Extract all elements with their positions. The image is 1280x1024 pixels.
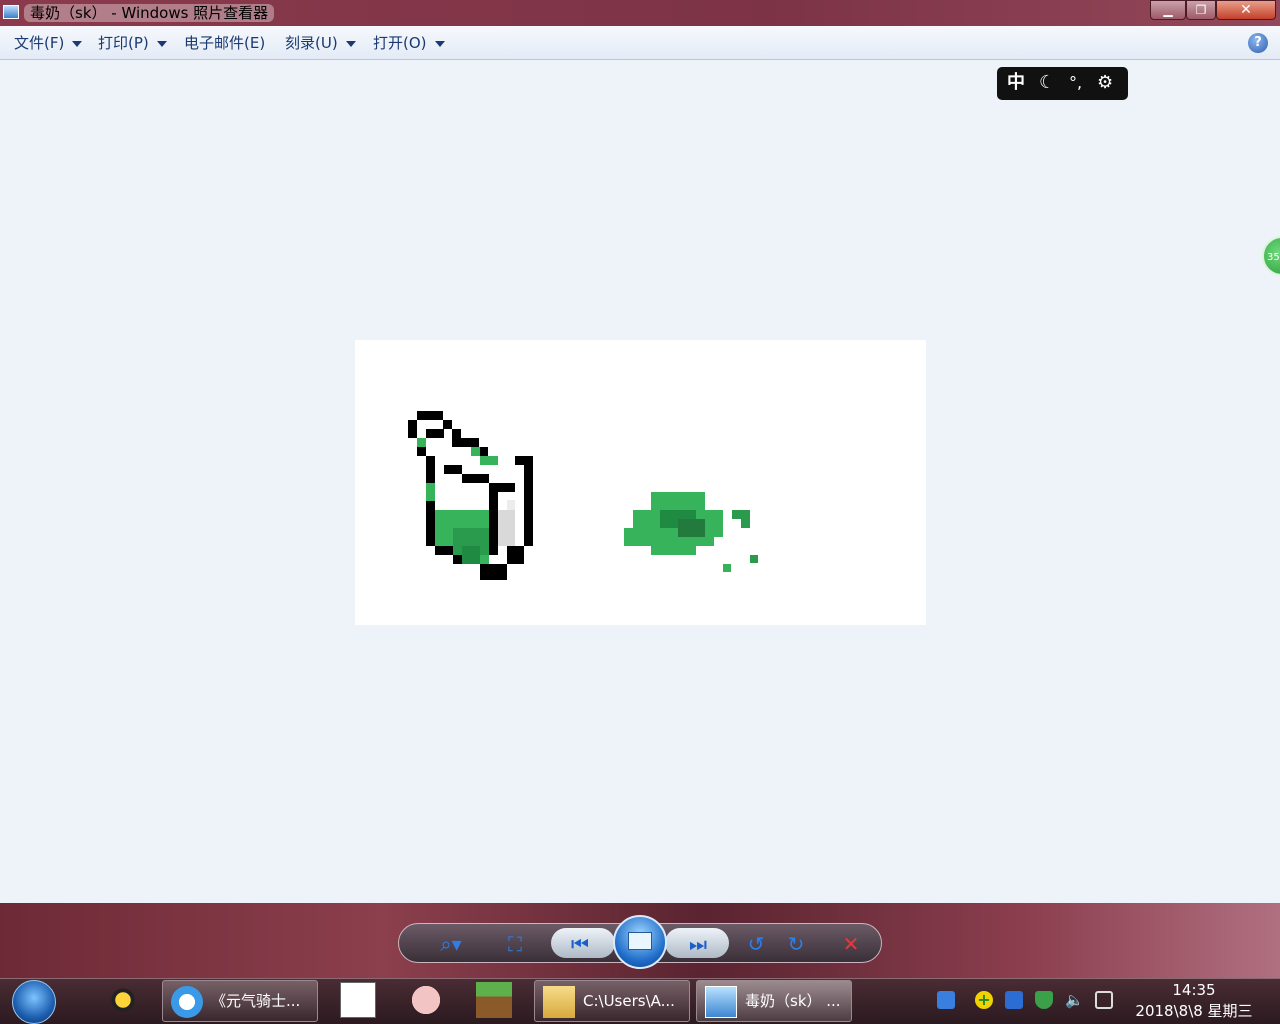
menu-email[interactable]: 电子邮件(E) (184, 26, 265, 60)
bottle-outline (435, 546, 453, 555)
previous-icon[interactable]: ⏮ (566, 931, 594, 957)
minecraft-icon[interactable] (476, 982, 512, 1018)
menu-burn[interactable]: 刻录(U) (285, 26, 356, 60)
clock[interactable]: 14:35 2018\8\8 星期三 (1130, 980, 1258, 1022)
bottle-outline (443, 420, 452, 429)
taskbar-item-photo-viewer[interactable]: 毒奶（sk） ... (696, 980, 852, 1022)
folder-icon (543, 986, 575, 1018)
menu-print-label: 打印(P) (98, 34, 149, 52)
rotate-right-icon[interactable]: ↻ (782, 931, 810, 957)
bottle-outline (426, 429, 444, 438)
rotate-left-icon[interactable]: ↺ (742, 931, 770, 957)
delete-icon[interactable]: ✕ (837, 931, 865, 957)
bottle-outline (462, 474, 489, 483)
close-button[interactable]: ✕ (1216, 0, 1276, 20)
poison-puddle (624, 528, 642, 546)
drip (732, 510, 750, 519)
shield-icon[interactable] (1035, 991, 1053, 1009)
display-icon[interactable] (1005, 991, 1023, 1009)
menu-open-label: 打开(O) (373, 34, 427, 52)
moon-icon[interactable]: ☾ (1039, 73, 1055, 93)
taskbar-item-folder[interactable]: C:\Users\A... (534, 980, 690, 1022)
chevron-down-icon (434, 40, 445, 47)
window-title: 毒奶（sk） - Windows 照片查看器 (24, 4, 275, 22)
displayed-photo (355, 340, 926, 625)
bottle-right-wall (524, 456, 533, 546)
fit-window-icon[interactable]: ⛶ (501, 931, 529, 957)
slideshow-icon (628, 932, 652, 950)
browser-icon (171, 986, 203, 1018)
add-icon[interactable]: + (975, 991, 993, 1009)
bottle-outline (452, 429, 461, 447)
poison-puddle (651, 546, 696, 555)
menu-open[interactable]: 打开(O) (373, 26, 445, 60)
minimize-button[interactable]: ▁ (1150, 0, 1186, 20)
next-icon[interactable]: ⏭ (684, 931, 712, 957)
zoom-icon[interactable]: ⌕▾ (432, 931, 470, 957)
menu-bar: 文件(F) 打印(P) 电子邮件(E) 刻录(U) 打开(O) (0, 26, 1280, 60)
network-icon[interactable] (1095, 991, 1113, 1009)
bottle-inner-edge (489, 483, 498, 555)
calendar-icon[interactable] (340, 982, 376, 1018)
drip (480, 456, 498, 465)
taskbar-item-label: C:\Users\A... (583, 992, 675, 1010)
bottle-shade (498, 510, 515, 546)
photo-viewer-icon (3, 5, 19, 19)
chevron-down-icon (156, 40, 167, 47)
drip (741, 519, 750, 528)
menu-email-label: 电子邮件(E) (184, 34, 266, 52)
bottle-outline (461, 438, 479, 447)
float-ball-value: 35 (1267, 252, 1280, 263)
poison-liquid (480, 555, 489, 564)
bottle-outline (479, 447, 488, 456)
poison-puddle (678, 519, 705, 537)
start-button[interactable] (12, 980, 56, 1024)
poison-puddle (642, 537, 714, 546)
taskbar-item-label: 《元气骑士... (211, 992, 301, 1010)
clock-time: 14:35 (1172, 981, 1216, 999)
menu-file-label: 文件(F) (14, 34, 65, 52)
poison-puddle (651, 492, 705, 510)
qq-icon[interactable] (105, 982, 141, 1018)
punctuation-icon[interactable]: °, (1069, 73, 1082, 93)
taskbar-item-browser[interactable]: 《元气骑士... (162, 980, 318, 1022)
bottle-shade (507, 500, 515, 510)
ime-mode[interactable]: 中 (1007, 73, 1025, 93)
bottle-bottom (480, 564, 507, 580)
slideshow-button[interactable] (613, 915, 667, 969)
bottle-outline (507, 546, 524, 564)
taskbar-item-label: 毒奶（sk） ... (745, 992, 841, 1010)
help-icon[interactable]: ? (1248, 33, 1268, 53)
drip (426, 483, 435, 501)
menu-file[interactable]: 文件(F) (14, 26, 83, 60)
isaac-icon[interactable] (408, 982, 444, 1018)
title-bar[interactable]: 毒奶（sk） - Windows 照片查看器 (0, 0, 1280, 26)
photo-viewer-icon (705, 986, 737, 1018)
menu-burn-label: 刻录(U) (285, 34, 338, 52)
chevron-down-icon (72, 40, 83, 47)
volume-icon[interactable]: 🔈 (1065, 991, 1084, 1009)
drip (723, 564, 731, 572)
bottle-outline (444, 465, 462, 474)
drip (471, 447, 480, 456)
menu-print[interactable]: 打印(P) (98, 26, 167, 60)
gear-icon[interactable]: ⚙ (1097, 73, 1113, 93)
network-user-icon[interactable] (937, 991, 955, 1009)
maximize-button[interactable]: ❐ (1186, 0, 1216, 20)
poison-liquid (462, 546, 480, 564)
bottle-cap (417, 411, 443, 420)
drip (417, 438, 426, 447)
bottle-outline (515, 456, 524, 465)
chevron-down-icon (345, 40, 356, 47)
drip (750, 555, 758, 563)
ime-toolbar[interactable]: 中 ☾ °, ⚙ (997, 67, 1128, 100)
bottle-outline (408, 420, 417, 438)
bottle-outline (497, 483, 515, 492)
bottle-left-wall (426, 456, 435, 546)
clock-date: 2018\8\8 星期三 (1135, 1002, 1253, 1020)
